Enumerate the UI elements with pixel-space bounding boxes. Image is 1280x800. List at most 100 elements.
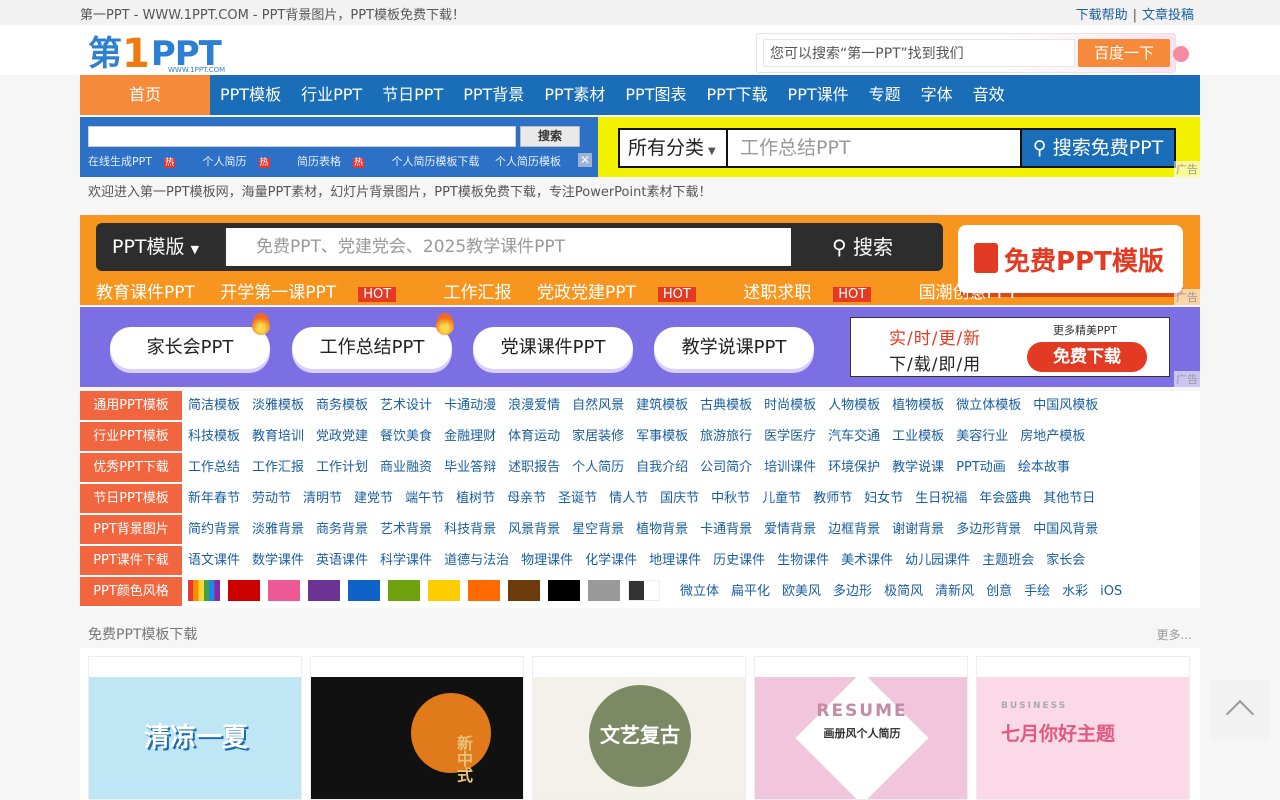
ad3-download-box[interactable]: 实/时/更/新 下/载/即/用 更多精美PPT 免费下载: [850, 317, 1170, 377]
category-link[interactable]: 浪漫爱情: [508, 398, 560, 413]
pill-parents-meeting[interactable]: 家长会PPT: [110, 327, 270, 369]
category-link[interactable]: 房地产模板: [1020, 429, 1085, 444]
category-link[interactable]: 年会盛典: [979, 491, 1031, 506]
category-link[interactable]: 体育运动: [508, 429, 560, 444]
nav-holiday-ppt[interactable]: 节日PPT: [372, 75, 453, 115]
category-link[interactable]: 自我介绍: [636, 460, 688, 475]
category-link[interactable]: 道德与法治: [444, 553, 509, 568]
category-label[interactable]: 节日PPT模板: [80, 484, 182, 513]
ad2-tag[interactable]: 工作汇报: [444, 283, 512, 303]
category-label[interactable]: 通用PPT模板: [80, 391, 182, 420]
ad1-search-button[interactable]: 搜索: [520, 126, 580, 147]
category-link[interactable]: 建党节: [354, 491, 393, 506]
category-link[interactable]: 环境保护: [828, 460, 880, 475]
close-icon[interactable]: ✕: [578, 153, 592, 167]
category-link[interactable]: 艺术背景: [380, 522, 432, 537]
category-link[interactable]: 培训课件: [764, 460, 816, 475]
nav-industry-ppt[interactable]: 行业PPT: [291, 75, 372, 115]
ad2-category-select[interactable]: PPT模版 ▼: [112, 231, 199, 263]
nav-ppt-templates[interactable]: PPT模板: [210, 75, 291, 115]
category-label[interactable]: 行业PPT模板: [80, 422, 182, 451]
category-link[interactable]: 毕业答辩: [444, 460, 496, 475]
ad2-tag[interactable]: 国潮创意PPT: [919, 283, 1018, 303]
category-link[interactable]: 工作汇报: [252, 460, 304, 475]
category-link[interactable]: 旅游旅行: [700, 429, 752, 444]
nav-ppt-charts[interactable]: PPT图表: [615, 75, 696, 115]
category-link[interactable]: 金融理财: [444, 429, 496, 444]
category-link[interactable]: 中国风背景: [1033, 522, 1098, 537]
category-link[interactable]: 风景背景: [508, 522, 560, 537]
template-card[interactable]: RESUME 画册风个人简历: [754, 656, 968, 800]
category-label[interactable]: PPT背景图片: [80, 515, 182, 544]
category-link[interactable]: 化学课件: [585, 553, 637, 568]
template-card[interactable]: 新中式: [310, 656, 524, 800]
category-link[interactable]: 个人简历: [572, 460, 624, 475]
color-swatch[interactable]: [388, 580, 420, 601]
category-link[interactable]: 谢谢背景: [892, 522, 944, 537]
category-label[interactable]: PPT课件下载: [80, 546, 182, 575]
category-link[interactable]: 数学课件: [252, 553, 304, 568]
color-swatch[interactable]: [508, 580, 540, 601]
template-card[interactable]: 清凉一夏: [88, 656, 302, 800]
category-link[interactable]: 商业融资: [380, 460, 432, 475]
color-swatch[interactable]: [268, 580, 300, 601]
category-link[interactable]: 商务背景: [316, 522, 368, 537]
category-link[interactable]: 地理课件: [649, 553, 701, 568]
template-card[interactable]: BUSINESS 七月你好主题: [976, 656, 1190, 800]
category-link[interactable]: 美术课件: [841, 553, 893, 568]
nav-sound-effects[interactable]: 音效: [963, 75, 1015, 115]
ad1-link[interactable]: 个人简历模板下载: [392, 155, 480, 168]
category-link[interactable]: 英语课件: [316, 553, 368, 568]
category-link[interactable]: 建筑模板: [636, 398, 688, 413]
back-to-top-button[interactable]: [1210, 680, 1270, 740]
category-link[interactable]: 主题班会: [982, 553, 1034, 568]
nav-fonts[interactable]: 字体: [911, 75, 963, 115]
style-link[interactable]: 极简风: [884, 584, 923, 599]
color-swatch[interactable]: [588, 580, 620, 601]
ad1-search-input[interactable]: [88, 126, 516, 147]
color-swatch[interactable]: [428, 580, 460, 601]
category-link[interactable]: 植树节: [456, 491, 495, 506]
nav-ppt-backgrounds[interactable]: PPT背景: [453, 75, 534, 115]
category-link[interactable]: 生物课件: [777, 553, 829, 568]
category-link[interactable]: 淡雅模板: [252, 398, 304, 413]
category-link[interactable]: 圣诞节: [558, 491, 597, 506]
color-swatch-bw[interactable]: [628, 580, 660, 601]
style-link[interactable]: iOS: [1100, 584, 1122, 599]
category-link[interactable]: 爱情背景: [764, 522, 816, 537]
category-link[interactable]: 母亲节: [507, 491, 546, 506]
style-link[interactable]: 多边形: [833, 584, 872, 599]
color-swatch[interactable]: [348, 580, 380, 601]
ad2-search-input[interactable]: 免费PPT、党建党会、2025教学课件PPT: [224, 228, 791, 266]
category-link[interactable]: 幼儿园课件: [905, 553, 970, 568]
category-label[interactable]: 优秀PPT下载: [80, 453, 182, 482]
pill-work-summary[interactable]: 工作总结PPT: [292, 327, 452, 369]
color-swatch[interactable]: [228, 580, 260, 601]
category-link[interactable]: 家居装修: [572, 429, 624, 444]
ad1-keyword-input[interactable]: 工作总结PPT: [740, 130, 851, 166]
category-link[interactable]: 卡通动漫: [444, 398, 496, 413]
nav-ppt-download[interactable]: PPT下载: [696, 75, 777, 115]
style-link[interactable]: 微立体: [680, 584, 719, 599]
pill-party-lecture[interactable]: 党课课件PPT: [473, 327, 633, 369]
style-link[interactable]: 欧美风: [782, 584, 821, 599]
category-link[interactable]: 古典模板: [700, 398, 752, 413]
category-link[interactable]: 艺术设计: [380, 398, 432, 413]
category-link[interactable]: 星空背景: [572, 522, 624, 537]
category-link[interactable]: 其他节日: [1043, 491, 1095, 506]
nav-topics[interactable]: 专题: [859, 75, 911, 115]
pill-teaching[interactable]: 教学说课PPT: [654, 327, 814, 369]
category-link[interactable]: 美容行业: [956, 429, 1008, 444]
ad1-link[interactable]: 个人简历热: [203, 155, 282, 168]
style-link[interactable]: 手绘: [1024, 584, 1050, 599]
category-link[interactable]: 科技模板: [188, 429, 240, 444]
ad2-search-button[interactable]: ⚲ 搜索: [832, 228, 893, 266]
ad1-link[interactable]: 个人简历模板: [495, 155, 561, 168]
category-link[interactable]: 科学课件: [380, 553, 432, 568]
nav-home[interactable]: 首页: [80, 75, 210, 115]
category-link[interactable]: 生日祝福: [915, 491, 967, 506]
category-link[interactable]: 工作总结: [188, 460, 240, 475]
category-link[interactable]: 家长会: [1046, 553, 1085, 568]
category-link[interactable]: 国庆节: [660, 491, 699, 506]
style-link[interactable]: 扁平化: [731, 584, 770, 599]
